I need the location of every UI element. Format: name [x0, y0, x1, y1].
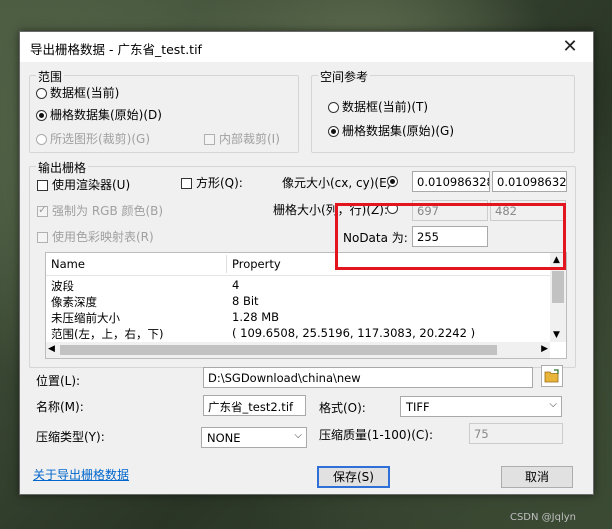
- row-value: 8 Bit: [232, 294, 259, 308]
- close-icon[interactable]: ✕: [555, 35, 585, 59]
- name-input[interactable]: 广东省_test2.tif: [203, 395, 306, 416]
- sr-data-frame-radio[interactable]: 数据框(当前)(T): [328, 98, 428, 115]
- highlight-box: [335, 203, 566, 270]
- use-colormap-label: 使用色彩映射表(R): [52, 230, 154, 244]
- checkbox-icon: [204, 134, 215, 145]
- format-label: 格式(O):: [319, 401, 366, 415]
- horizontal-scroll-thumb[interactable]: [60, 345, 497, 355]
- force-rgb-checkbox[interactable]: 强制为 RGB 颜色(B): [37, 202, 163, 219]
- scroll-down-icon[interactable]: ▼: [553, 330, 560, 340]
- cell-size-label: 像元大小(cx, cy)(E):: [282, 176, 396, 190]
- sr-data-frame-label: 数据框(当前)(T): [342, 100, 429, 114]
- title-bar[interactable]: 导出栅格数据 - 广东省_test.tif ✕: [20, 32, 593, 62]
- dialog-title: 导出栅格数据 - 广东省_test.tif: [30, 42, 202, 57]
- radio-selected-icon: [36, 110, 47, 121]
- chevron-down-icon: ⌵: [549, 399, 557, 410]
- extent-data-frame-label: 数据框(当前): [50, 86, 120, 100]
- cell-size-y-input[interactable]: 0.01098632812: [492, 171, 567, 192]
- format-select[interactable]: TIFF ⌵: [400, 396, 562, 417]
- checkbox-icon: [181, 178, 192, 189]
- quality-input[interactable]: 75: [469, 423, 563, 444]
- save-button[interactable]: 保存(S): [317, 466, 390, 488]
- vertical-scroll-thumb[interactable]: [552, 271, 564, 303]
- inner-clip-checkbox[interactable]: 内部裁剪(I): [204, 130, 280, 147]
- spatial-reference-group: 空间参考 数据框(当前)(T) 栅格数据集(原始)(G): [311, 68, 575, 153]
- compression-value: NONE: [207, 431, 241, 445]
- radio-selected-icon: [387, 176, 398, 187]
- cancel-button[interactable]: 取消: [501, 466, 573, 488]
- sr-raster-dataset-radio[interactable]: 栅格数据集(原始)(G): [328, 122, 454, 139]
- row-name: 像素深度: [51, 295, 97, 309]
- row-name: 未压缩前大小: [51, 311, 120, 325]
- quality-label: 压缩质量(1-100)(C):: [319, 428, 434, 442]
- use-colormap-checkbox[interactable]: 使用色彩映射表(R): [37, 228, 154, 245]
- square-checkbox[interactable]: 方形(Q):: [181, 174, 243, 191]
- column-divider[interactable]: [226, 255, 227, 273]
- force-rgb-label: 强制为 RGB 颜色(B): [52, 204, 164, 218]
- column-header-property[interactable]: Property: [232, 257, 281, 271]
- row-name: 范围(左，上，右，下): [51, 327, 164, 341]
- location-label: 位置(L):: [36, 374, 81, 388]
- inner-clip-label: 内部裁剪(I): [219, 132, 280, 146]
- row-value: 4: [232, 278, 240, 292]
- radio-selected-icon: [328, 126, 339, 137]
- square-label: 方形(Q):: [196, 176, 243, 190]
- folder-icon: [544, 369, 559, 383]
- use-renderer-label: 使用渲染器(U): [52, 178, 131, 192]
- browse-folder-button[interactable]: [541, 365, 563, 387]
- compression-select[interactable]: NONE ⌵: [201, 427, 307, 448]
- extent-raster-dataset-label: 栅格数据集(原始)(D): [50, 108, 162, 122]
- chevron-down-icon: ⌵: [294, 430, 302, 441]
- sr-raster-dataset-label: 栅格数据集(原始)(G): [342, 124, 455, 138]
- scroll-right-icon[interactable]: ▶: [541, 344, 548, 354]
- extent-selected-graphics-radio[interactable]: 所选图形(裁剪)(G): [36, 130, 150, 147]
- radio-icon: [36, 134, 47, 145]
- about-export-link[interactable]: 关于导出栅格数据: [33, 466, 129, 483]
- scroll-left-icon[interactable]: ◀: [48, 344, 55, 354]
- cell-size-x-input[interactable]: 0.01098632812: [412, 171, 490, 192]
- row-value: ( 109.6508, 25.5196, 117.3083, 20.2242 ): [232, 326, 476, 340]
- watermark: CSDN @Jqlyn: [509, 512, 576, 523]
- cell-size-radio[interactable]: [387, 174, 401, 188]
- checkbox-icon: [37, 232, 48, 243]
- radio-icon: [328, 102, 339, 113]
- extent-group: 范围 数据框(当前) 栅格数据集(原始)(D) 所选图形(裁剪)(G) 内部裁剪…: [29, 68, 299, 153]
- checkbox-checked-icon: [37, 203, 48, 217]
- extent-data-frame-radio[interactable]: 数据框(当前): [36, 84, 119, 101]
- column-header-name[interactable]: Name: [51, 257, 85, 271]
- radio-icon: [36, 88, 47, 99]
- row-value: 1.28 MB: [232, 310, 280, 324]
- location-input[interactable]: D:\SGDownload\china\new: [203, 367, 533, 388]
- compression-label: 压缩类型(Y):: [36, 430, 105, 444]
- extent-selected-graphics-label: 所选图形(裁剪)(G): [50, 132, 151, 146]
- extent-group-label: 范围: [36, 68, 65, 85]
- name-label: 名称(M):: [36, 400, 84, 414]
- checkbox-icon: [37, 180, 48, 191]
- extent-raster-dataset-radio[interactable]: 栅格数据集(原始)(D): [36, 106, 162, 123]
- use-renderer-checkbox[interactable]: 使用渲染器(U): [37, 176, 130, 193]
- row-name: 波段: [51, 279, 74, 293]
- horizontal-scrollbar[interactable]: ◀ ▶: [46, 342, 550, 358]
- format-value: TIFF: [406, 400, 430, 414]
- spatial-reference-group-label: 空间参考: [318, 68, 371, 85]
- output-raster-group-label: 输出栅格: [36, 159, 89, 176]
